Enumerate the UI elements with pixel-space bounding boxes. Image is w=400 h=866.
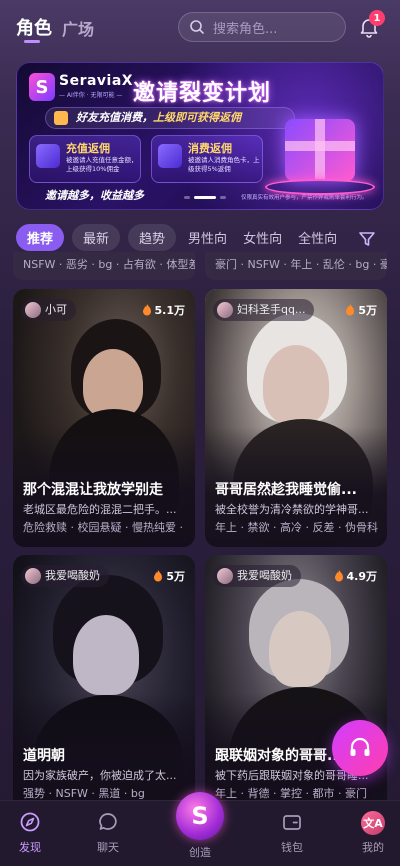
card-description: 因为家族破产，你被迫成了太...	[23, 769, 177, 782]
card-likes: 4.9万	[334, 568, 378, 584]
likes-count: 4.9万	[346, 570, 378, 583]
search-input[interactable]: 搜索角色...	[178, 12, 346, 42]
cart-icon	[158, 144, 182, 168]
brand-logo-icon: S	[29, 73, 55, 101]
card-tags: 年上 · 禁欲 · 高冷 · 反差 · 伪骨科	[215, 521, 378, 534]
nav-wallet[interactable]: 钱包	[262, 811, 322, 855]
promo-card-recharge: 充值返佣 被邀请人充值任意金额，上级获得10%佣金	[29, 135, 141, 183]
pagination-dot-active[interactable]	[194, 196, 216, 199]
character-card[interactable]: 小可 5.1万 那个混混让我放学别走 老城区最危险的混混二把手。... 危险救赎…	[13, 289, 195, 547]
brand-name: SeraviaX	[59, 73, 134, 89]
filter-icon[interactable]	[358, 230, 376, 248]
card-title: 道明朝	[23, 748, 65, 764]
card-author[interactable]: 小可	[21, 299, 76, 321]
active-tab-indicator	[24, 40, 40, 43]
banner-subtitle-a: 好友充值消费，	[76, 111, 153, 124]
promo-card-title: 充值返佣	[66, 142, 110, 155]
nav-chat[interactable]: 聊天	[78, 811, 138, 855]
author-name: 小可	[45, 303, 67, 316]
create-button[interactable]: S	[176, 792, 224, 840]
likes-count: 5万	[166, 570, 185, 583]
headset-icon	[350, 737, 370, 756]
fire-icon	[154, 570, 163, 582]
card-tags: NSFW · 恶劣 · bg · 占有欲 · 体型差	[23, 258, 195, 271]
banner-footer: 邀请越多，收益越多	[45, 189, 144, 202]
character-card[interactable]: 妇科圣手qq... 5万 哥哥居然趁我睡觉偷... 被全校誉为清冷禁欲的学神哥.…	[205, 289, 387, 547]
search-icon	[190, 20, 204, 34]
promo-card-desc: 被邀请人消费角色卡，上级获得5%返佣	[188, 156, 260, 173]
author-avatar	[217, 302, 233, 318]
card-description: 老城区最危险的混混二把手。...	[23, 503, 177, 516]
customer-service-button[interactable]	[332, 720, 388, 776]
chip-latest[interactable]: 最新	[72, 224, 121, 251]
banner-pagination	[184, 196, 226, 199]
translate-avatar-icon: 文A	[361, 811, 385, 835]
notification-badge: 1	[369, 10, 385, 26]
search-placeholder: 搜索角色...	[213, 21, 278, 37]
card-tags: 年上 · 背德 · 掌控 · 都市 · 豪门	[215, 787, 367, 800]
card-author[interactable]: 妇科圣手qq...	[213, 299, 315, 321]
chip-trending[interactable]: 趋势	[128, 224, 177, 251]
card-likes: 5万	[153, 568, 185, 584]
chat-bubble-icon	[99, 813, 117, 830]
author-avatar	[25, 568, 41, 584]
nav-wallet-label: 钱包	[281, 841, 303, 854]
author-name: 我爱喝酸奶	[45, 569, 100, 582]
author-avatar	[217, 568, 233, 584]
nav-chat-label: 聊天	[97, 841, 119, 854]
nav-discover-label: 发现	[19, 841, 41, 854]
banner-title: 邀请裂变计划	[133, 81, 272, 106]
likes-count: 5.1万	[154, 304, 186, 317]
chip-recommended[interactable]: 推荐	[16, 224, 65, 251]
promo-banner[interactable]: S SeraviaX — AI伴你 · 无限可能 — 邀请裂变计划 好友充值消费…	[16, 62, 384, 210]
card-tags: 豪门 · NSFW · 年上 · 乱伦 · bg · 豪门	[215, 258, 387, 271]
filter-chip-bar: 推荐 最新 趋势 男性向 女性向 全性向	[16, 224, 346, 252]
card-tags: 强势 · NSFW · 黑道 · bg	[23, 787, 145, 800]
create-logo-icon: S	[191, 802, 209, 830]
character-card-partial[interactable]: NSFW · 恶劣 · bg · 占有欲 · 体型差	[13, 252, 195, 280]
banner-subtitle-b: 上级即可获得返佣	[153, 111, 241, 124]
brand-tagline: — AI伴你 · 无限可能 —	[59, 92, 123, 99]
card-tags: 危险救赎 · 校园悬疑 · 慢热纯爱 · 暗	[23, 521, 187, 534]
nav-me[interactable]: 文A 我的	[346, 811, 400, 855]
card-description: 被全校誉为清冷禁欲的学神哥...	[215, 503, 369, 516]
pagination-dot[interactable]	[220, 196, 226, 199]
fire-icon	[346, 304, 355, 316]
nav-me-label: 我的	[362, 841, 384, 854]
author-name: 妇科圣手qq...	[237, 303, 306, 316]
author-avatar	[25, 302, 41, 318]
likes-count: 5万	[358, 304, 377, 317]
gift-pedestal-illustration	[265, 179, 375, 195]
fire-icon	[334, 570, 343, 582]
wallet-icon	[283, 815, 301, 830]
gift-icon	[54, 111, 68, 125]
compass-icon	[20, 812, 40, 832]
card-likes: 5万	[345, 302, 377, 318]
promo-card-spend: 消费返佣 被邀请人消费角色卡，上级获得5%返佣	[151, 135, 263, 183]
promo-card-desc: 被邀请人充值任意金额，上级获得10%佣金	[66, 156, 138, 173]
chip-male-oriented[interactable]: 男性向	[184, 224, 231, 251]
nav-create-label: 创造	[189, 846, 211, 859]
top-bar: 角色 广场 搜索角色... 1	[0, 0, 400, 52]
card-likes: 5.1万	[142, 302, 186, 318]
promo-card-title: 消费返佣	[188, 142, 232, 155]
chip-all-oriented[interactable]: 全性向	[294, 224, 341, 251]
author-name: 我爱喝酸奶	[237, 569, 292, 582]
tab-role[interactable]: 角色	[16, 14, 52, 40]
card-author[interactable]: 我爱喝酸奶	[213, 565, 301, 587]
card-title: 哥哥居然趁我睡觉偷...	[215, 482, 357, 498]
pagination-dot[interactable]	[184, 196, 190, 199]
nav-discover[interactable]: 发现	[0, 811, 60, 855]
chip-female-oriented[interactable]: 女性向	[239, 224, 286, 251]
banner-subtitle: 好友充值消费，上级即可获得返佣	[45, 107, 295, 129]
character-card-partial[interactable]: 豪门 · NSFW · 年上 · 乱伦 · bg · 豪门	[205, 252, 387, 280]
wallet-icon	[36, 144, 60, 168]
character-card[interactable]: 我爱喝酸奶 5万 道明朝 因为家族破产，你被迫成了太... 强势 · NSFW …	[13, 555, 195, 813]
gift-box-illustration	[285, 119, 355, 181]
card-title: 那个混混让我放学别走	[23, 482, 163, 498]
fire-icon	[142, 304, 151, 316]
card-author[interactable]: 我爱喝酸奶	[21, 565, 109, 587]
tab-square[interactable]: 广场	[62, 16, 94, 40]
